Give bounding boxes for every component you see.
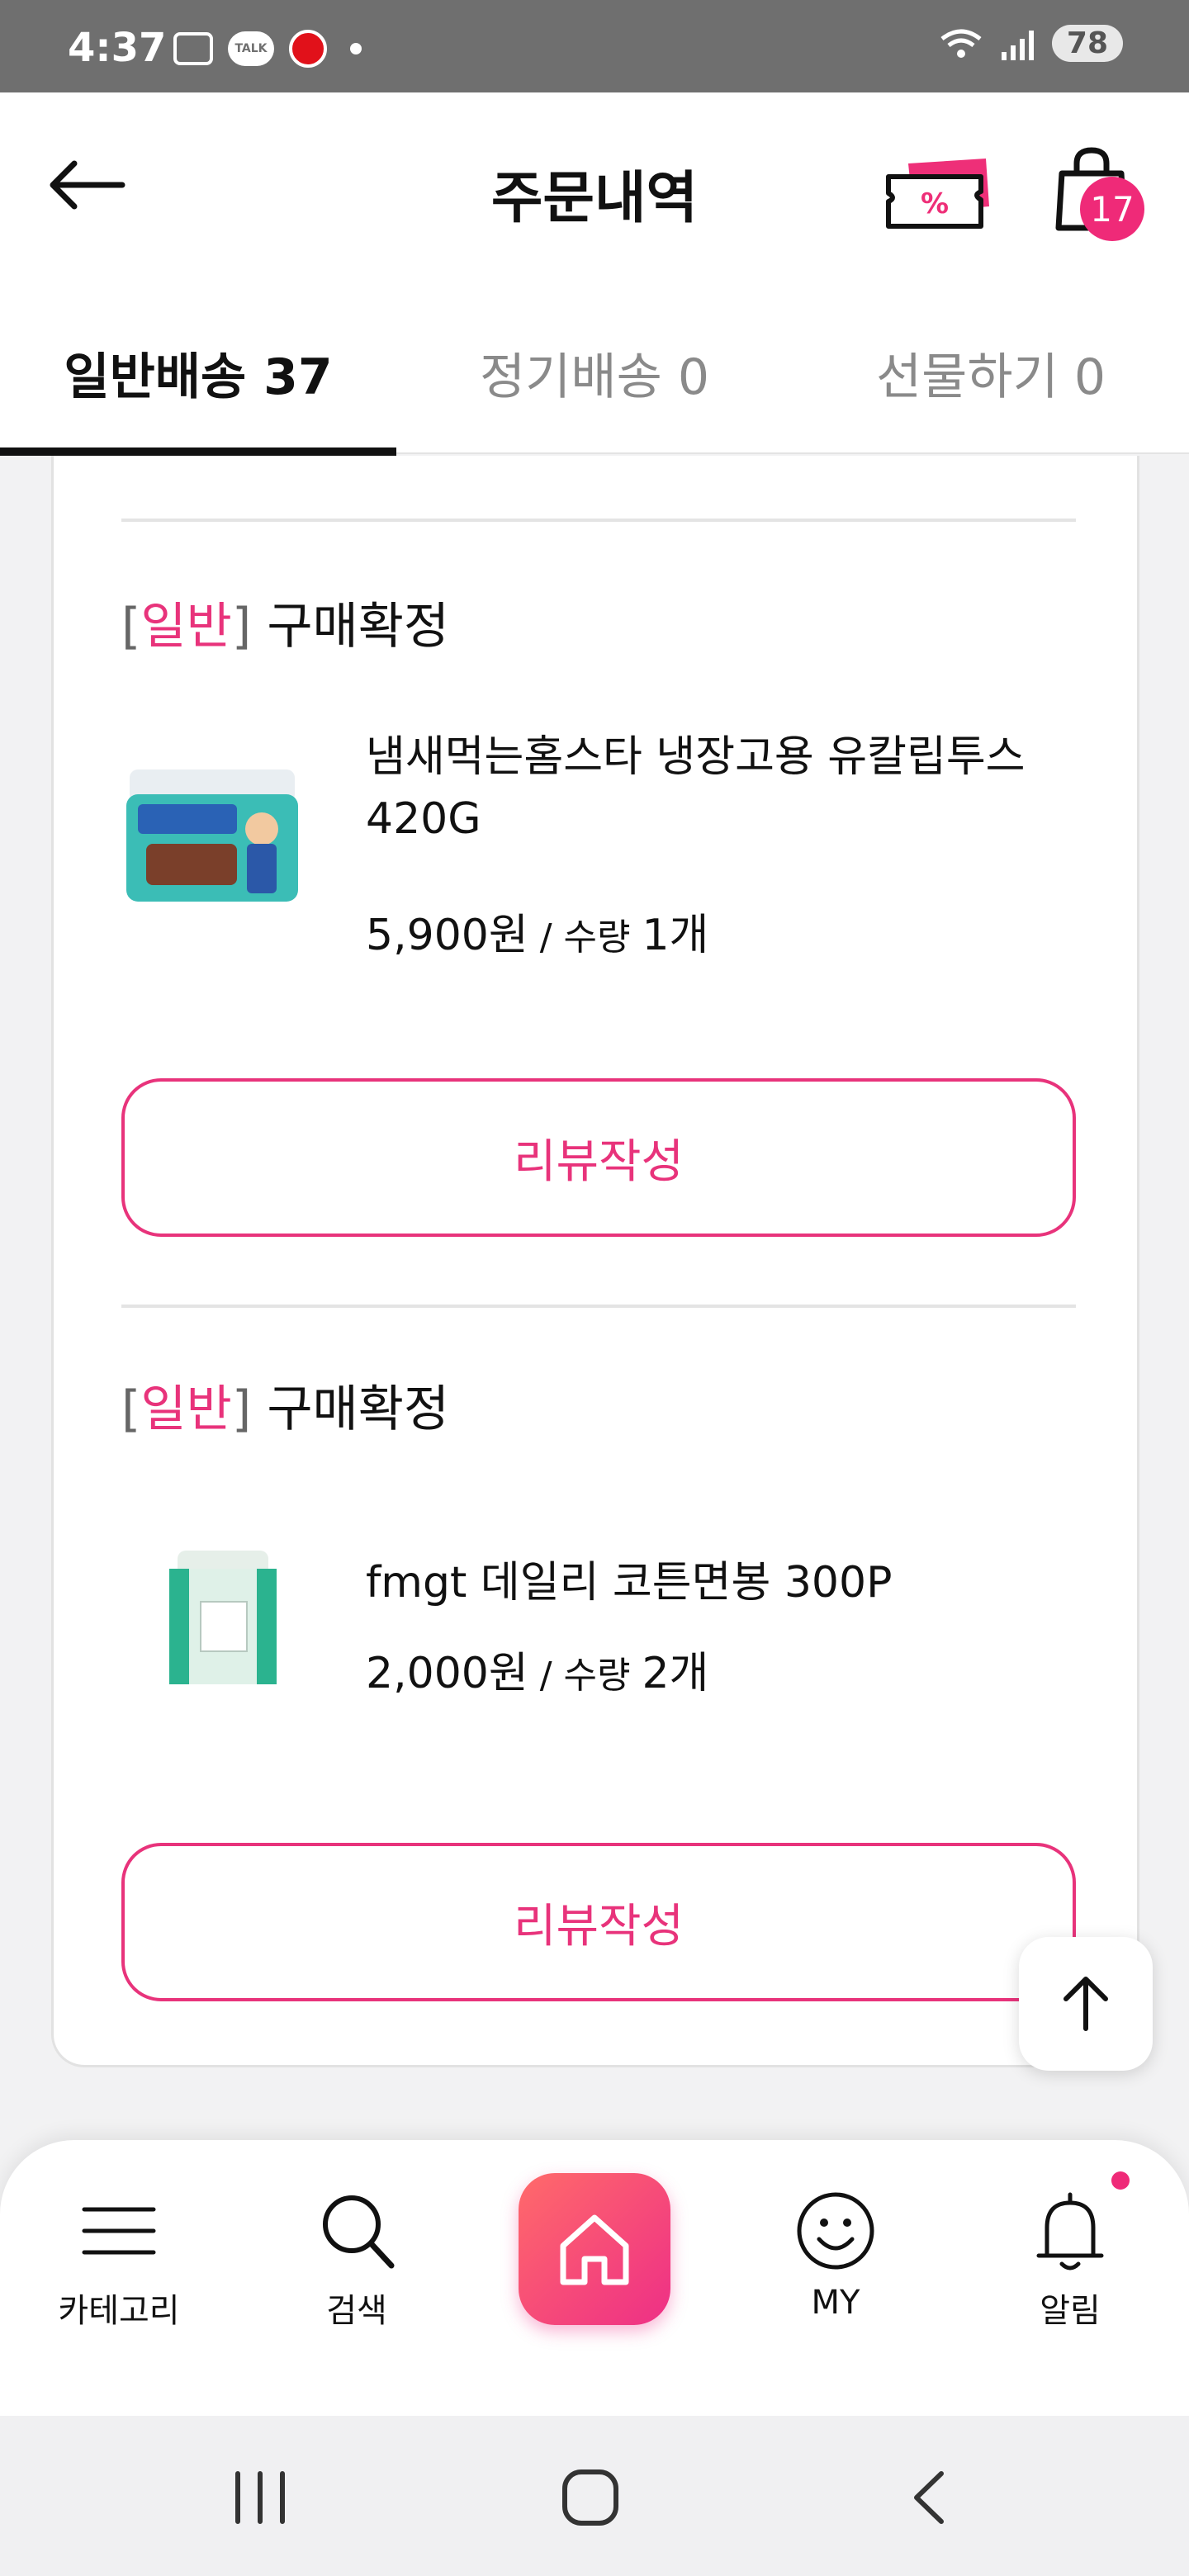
active-tab-indicator xyxy=(0,447,396,456)
arrow-up-icon xyxy=(1063,1977,1108,2031)
back-system-icon[interactable] xyxy=(900,2469,958,2526)
order-type: 일반 xyxy=(140,598,232,656)
nav-label: 카테고리 xyxy=(58,2292,180,2330)
kakaotalk-icon: TALK xyxy=(228,31,274,66)
scroll-to-top-button[interactable] xyxy=(1019,1937,1153,2071)
page-title: 주문내역 xyxy=(490,166,699,231)
home-system-icon[interactable] xyxy=(558,2469,624,2526)
bottom-navigation: 카테고리 검색 MY 알림 xyxy=(0,2140,1189,2416)
order-tabs: 일반배송 37 정기배송 0 선물하기 0 xyxy=(0,291,1189,456)
wifi-icon xyxy=(940,29,982,58)
order-list-card: [일반] 구매확정 냄새먹는홈스타 냉장고용 유칼립투스 420G 5,900원… xyxy=(51,456,1139,2067)
product-name[interactable]: fmgt 데일리 코튼면봉 300P xyxy=(366,1552,1109,1614)
nav-label: 검색 xyxy=(326,2292,387,2330)
write-review-button[interactable]: 리뷰작성 xyxy=(121,1843,1076,2001)
nav-category[interactable]: 카테고리 xyxy=(36,2190,201,2332)
nav-notifications[interactable]: 알림 xyxy=(988,2190,1153,2332)
nav-label: MY xyxy=(811,2284,860,2322)
order-status: [일반] 구매확정 xyxy=(121,1380,450,1438)
product-price: 5,900원 / 수량 1개 xyxy=(366,911,709,960)
product-thumbnail[interactable] xyxy=(121,753,303,918)
more-notifications-icon xyxy=(350,43,362,54)
recent-apps-icon[interactable] xyxy=(223,2469,297,2526)
notification-icons: TALK xyxy=(173,30,362,68)
cart-count-badge: 17 xyxy=(1080,177,1144,241)
signal-icon xyxy=(1001,27,1034,60)
status-bar: 4:37 TALK 78 xyxy=(0,0,1189,92)
nav-home-button[interactable] xyxy=(519,2173,670,2325)
nav-search[interactable]: 검색 xyxy=(274,2190,439,2332)
svg-text:%: % xyxy=(921,187,949,220)
product-thumbnail[interactable] xyxy=(161,1544,285,1693)
write-review-button[interactable]: 리뷰작성 xyxy=(121,1078,1076,1237)
tab-gift[interactable]: 선물하기 0 xyxy=(793,291,1189,454)
notification-dot xyxy=(1111,2171,1130,2190)
divider xyxy=(121,519,1076,522)
search-icon xyxy=(323,2195,395,2269)
system-status: 78 xyxy=(939,25,1123,62)
nav-label: 알림 xyxy=(1040,2292,1101,2330)
order-status: [일반] 구매확정 xyxy=(121,598,450,656)
tab-general-delivery[interactable]: 일반배송 37 xyxy=(0,291,396,454)
smiley-icon xyxy=(797,2192,874,2270)
product-price: 2,000원 / 수량 2개 xyxy=(366,1649,709,1698)
clock: 4:37 xyxy=(68,25,167,71)
gallery-icon xyxy=(173,32,213,65)
nav-my[interactable]: MY xyxy=(753,2190,918,2322)
coupon-icon[interactable]: % xyxy=(885,155,992,234)
app-notification-icon xyxy=(289,30,327,68)
order-type: 일반 xyxy=(140,1380,232,1438)
app-header: 주문내역 % xyxy=(0,92,1189,291)
home-icon xyxy=(560,2214,629,2285)
product-name[interactable]: 냄새먹는홈스타 냉장고용 유칼립투스 420G xyxy=(366,727,1109,851)
bell-icon xyxy=(1036,2192,1104,2271)
menu-icon xyxy=(82,2207,156,2255)
tab-subscription-delivery[interactable]: 정기배송 0 xyxy=(396,291,793,454)
battery-indicator: 78 xyxy=(1051,25,1123,62)
divider xyxy=(121,1305,1076,1308)
system-navigation-bar xyxy=(0,2416,1189,2576)
